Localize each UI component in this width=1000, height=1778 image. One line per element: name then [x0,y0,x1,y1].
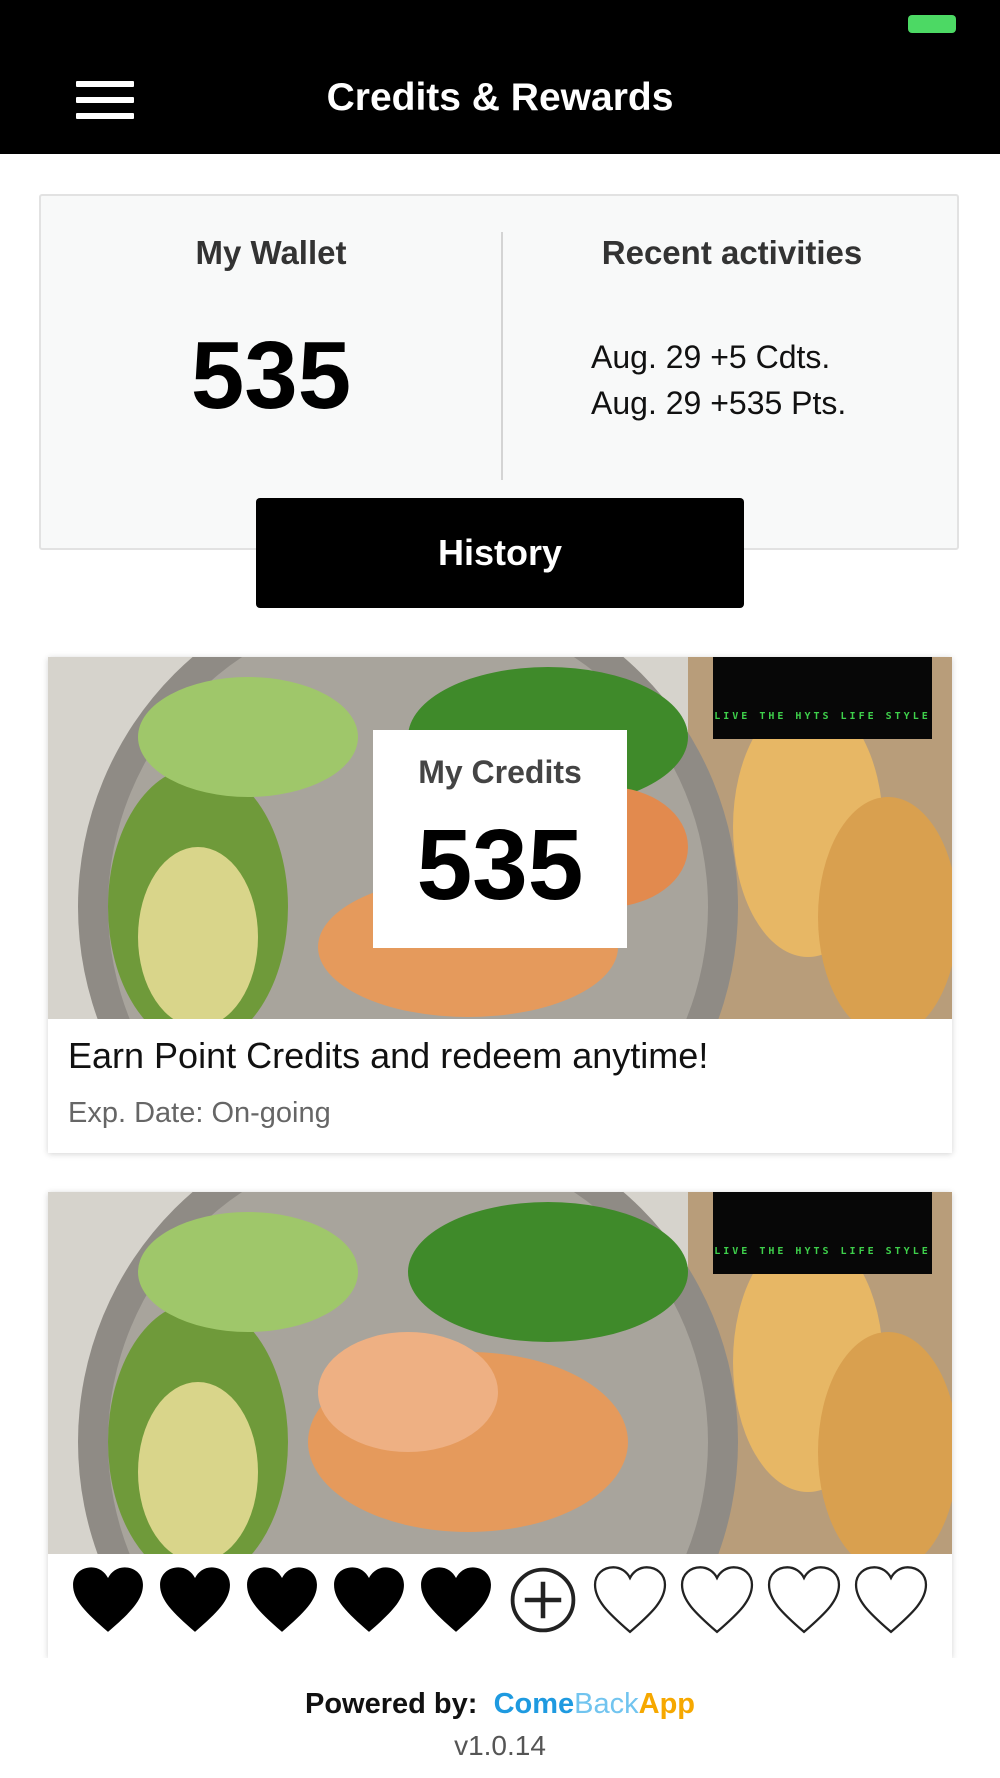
stamp-promo-card[interactable]: LIVE THE HYTS LIFE STYLE [48,1192,952,1658]
brand-logo: LIVE THE HYTS LIFE STYLE [713,1192,932,1274]
battery-icon [908,15,956,33]
recent-activities-title: Recent activities [601,234,863,271]
brand-back: Back [574,1688,639,1720]
powered-by: Powered by: ComeBackApp [0,1688,1000,1721]
recent-activities-list: Aug. 29 +5 Cdts. Aug. 29 +535 Pts. [591,334,951,426]
promo-title: Earn Point Credits and redeem anytime! [68,1035,709,1076]
page-title: Credits & Rewards [326,76,674,119]
logo-text: LIVE THE HYTS LIFE STYLE [714,711,931,722]
credits-promo-card[interactable]: LIVE THE HYTS LIFE STYLE My Credits 535 … [48,657,952,1153]
heart-filled-icon [334,1567,404,1632]
heart-filled-icon [73,1567,143,1632]
heart-filled-icon [421,1567,491,1632]
brand-name[interactable]: ComeBackApp [486,1688,695,1720]
heart-outline-icon [680,1566,754,1634]
wallet-title: My Wallet [195,234,347,271]
credits-label: My Credits [418,754,582,790]
app-version: v1.0.14 [454,1730,546,1761]
powered-by-label: Powered by: [305,1688,478,1720]
credits-value: 535 [416,809,584,921]
wallet-card: My Wallet 535 Recent activities Aug. 29 … [39,194,959,550]
heart-outline-icon [854,1566,928,1634]
plus-circle-icon[interactable] [505,1564,581,1636]
my-credits-box: My Credits 535 [373,730,627,948]
brand-app: App [638,1688,695,1720]
brand-come: Come [493,1688,575,1720]
heart-outline-icon [593,1566,667,1634]
wallet-amount: 535 [190,322,352,429]
stamp-row [70,1564,950,1644]
heart-filled-icon [160,1567,230,1632]
history-button[interactable]: History [256,498,744,608]
footer: Powered by: ComeBackApp v1.0.14 [0,1658,1000,1778]
activity-item: Aug. 29 +535 Pts. [591,385,847,421]
heart-outline-icon [767,1566,841,1634]
brand-logo: LIVE THE HYTS LIFE STYLE [713,657,932,739]
logo-text: LIVE THE HYTS LIFE STYLE [714,1246,931,1257]
heart-filled-icon [247,1567,317,1632]
promo-expiration: Exp. Date: On-going [68,1097,331,1129]
app-header: Credits & Rewards [0,0,1000,154]
activity-item: Aug. 29 +5 Cdts. [591,339,831,375]
